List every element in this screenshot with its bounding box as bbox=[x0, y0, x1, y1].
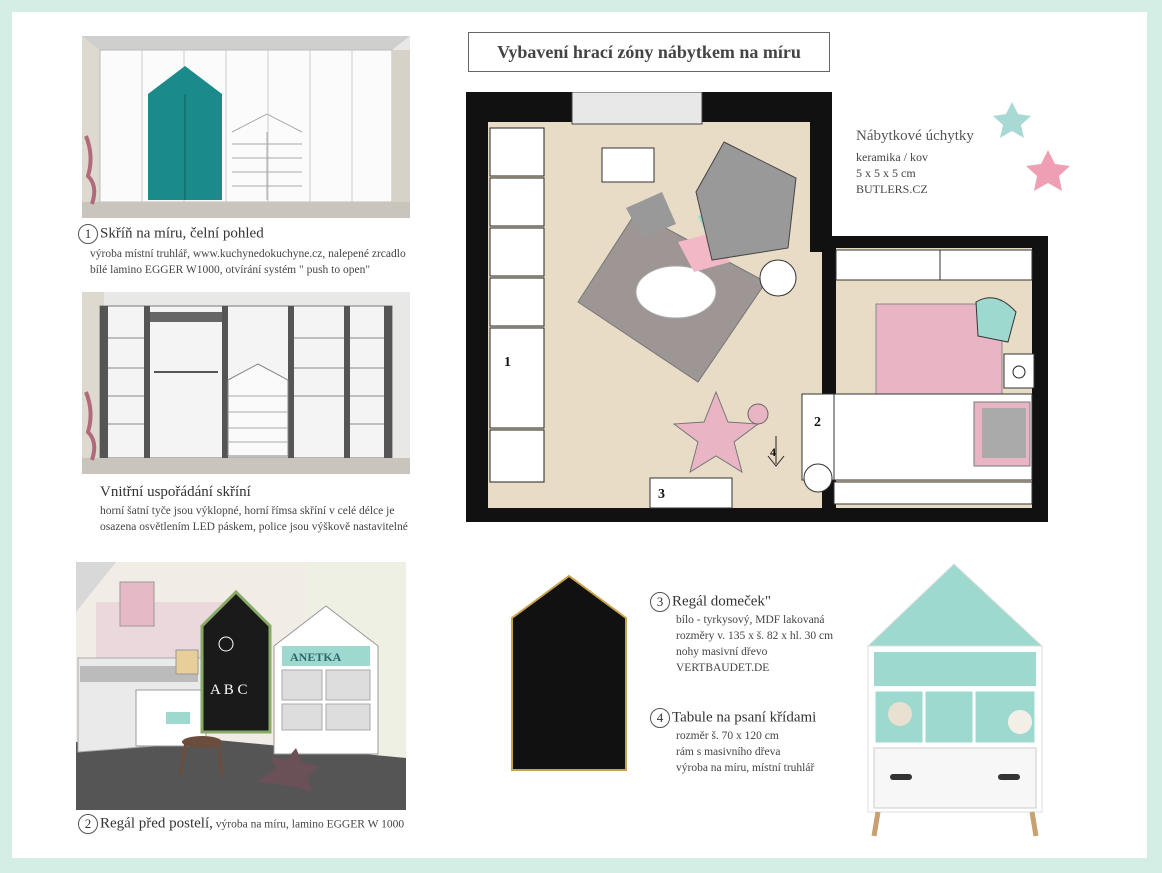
plan-label-1: 1 bbox=[504, 355, 511, 370]
caption-line: bílo - tyrkysový, MDF lakovaná bbox=[676, 614, 825, 626]
caption-heading: Tabule na psaní křídami bbox=[672, 709, 817, 726]
wardrobe-inside-render bbox=[82, 292, 410, 474]
house-shelf-product bbox=[866, 563, 1044, 837]
caption-line: výroba místní truhlář, www.kuchynedokuch… bbox=[90, 248, 406, 260]
wardrobe-front-render bbox=[82, 36, 410, 218]
caption-number: 4 bbox=[650, 708, 670, 728]
caption-number: 3 bbox=[650, 592, 670, 612]
chalk-letters: A B C bbox=[210, 682, 248, 698]
caption-line: rozměry v. 135 x š. 82 x hl. 30 cm bbox=[676, 630, 834, 642]
room-scene-render: A B C ANETKA bbox=[76, 562, 406, 810]
caption-line: horní šatní tyče jsou výklopné, horní ří… bbox=[100, 505, 395, 517]
caption-line: rám s masivního dřeva bbox=[676, 746, 781, 758]
teddy-bear bbox=[888, 702, 912, 726]
toy-lamb bbox=[1008, 710, 1032, 734]
page-title-text: Vybavení hrací zóny nábytkem na míru bbox=[497, 41, 801, 62]
caption-line: osazena osvětlením LED páskem, police js… bbox=[100, 521, 408, 533]
page-title: Vybavení hrací zóny nábytkem na míru bbox=[468, 32, 830, 72]
shelf-sign: ANETKA bbox=[290, 650, 342, 664]
plan-label-2: 2 bbox=[814, 415, 821, 430]
star-handles-image bbox=[993, 102, 1070, 191]
caption-heading: Regál před postelí, bbox=[100, 815, 213, 832]
plan-label-3: 3 bbox=[658, 487, 665, 502]
caption-line: výroba na míru, místní truhlář bbox=[676, 762, 815, 774]
stool bbox=[182, 736, 222, 748]
caption-line: VERTBAUDET.DE bbox=[676, 662, 770, 674]
fairy-picture bbox=[119, 581, 155, 627]
caption-heading: Vnitřní uspořádání skříní bbox=[100, 484, 251, 500]
chalkboard-product bbox=[511, 574, 627, 771]
mint-star-icon bbox=[993, 102, 1031, 138]
plan-label-4: 4 bbox=[770, 445, 776, 459]
caption-number: 2 bbox=[78, 814, 98, 834]
window bbox=[571, 92, 703, 125]
caption-line: bílé lamino EGGER W1000, otvírání systém… bbox=[90, 264, 371, 276]
caption-heading: Regál domeček" bbox=[672, 593, 772, 610]
pink-star-icon bbox=[1026, 150, 1070, 191]
caption-line: nohy masivní dřevo bbox=[676, 646, 768, 658]
caption-number: 1 bbox=[78, 224, 98, 244]
caption-heading: Skříň na míru, čelní pohled bbox=[100, 225, 264, 242]
lamp bbox=[175, 649, 199, 675]
caption-line: výroba na míru, lamino EGGER W 1000 bbox=[212, 818, 405, 831]
caption-line: rozměr š. 70 x 120 cm bbox=[676, 730, 779, 742]
